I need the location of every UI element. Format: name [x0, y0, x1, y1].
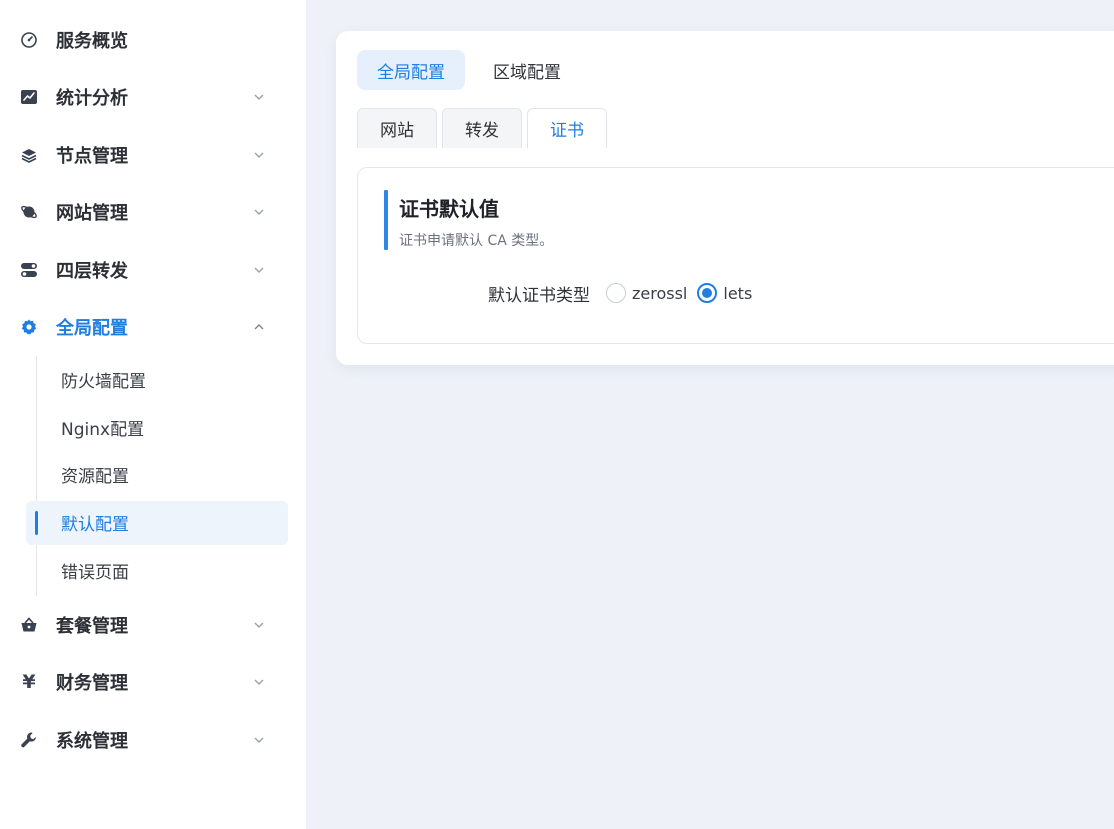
basket-icon	[20, 616, 38, 634]
sidebar-item-packages[interactable]: 套餐管理	[0, 596, 306, 654]
radio-label: lets	[723, 283, 753, 303]
dashboard-icon	[20, 31, 38, 49]
submenu-item-resources[interactable]: 资源配置	[36, 451, 306, 499]
sidebar-item-label: 统计分析	[56, 88, 128, 110]
sidebar-item-l4-forward[interactable]: 四层转发	[0, 241, 306, 299]
toggle-icon	[20, 261, 38, 279]
radio-circle[interactable]	[606, 283, 626, 303]
sub-tabs: 网站 转发 证书	[357, 108, 612, 148]
chevron-down-icon	[252, 263, 266, 277]
sidebar-item-overview[interactable]: 服务概览	[0, 11, 306, 69]
submenu-item-error-pages[interactable]: 错误页面	[36, 547, 306, 595]
submenu-item-firewall[interactable]: 防火墙配置	[36, 356, 306, 404]
section-description: 证书申请默认 CA 类型。	[399, 233, 554, 249]
sidebar-item-nodes[interactable]: 节点管理	[0, 126, 306, 184]
sidebar-item-label: 节点管理	[56, 145, 128, 167]
chevron-down-icon	[252, 733, 266, 747]
radio-circle[interactable]	[697, 283, 718, 303]
config-card: 全局配置 区域配置 网站 转发 证书 证书默认值 证书申请默认 CA 类型。 默…	[336, 31, 1114, 365]
wrench-icon	[20, 731, 38, 749]
default-cert-type-row: 默认证书类型 zerossl lets	[488, 280, 762, 306]
chart-icon	[20, 88, 38, 106]
tab-certificate[interactable]: 证书	[527, 108, 607, 148]
chevron-down-icon	[252, 618, 266, 632]
sidebar-item-label: 财务管理	[56, 673, 128, 695]
sidebar-item-label: 全局配置	[56, 318, 128, 340]
layers-icon	[20, 146, 38, 164]
sidebar-item-statistics[interactable]: 统计分析	[0, 69, 306, 127]
sidebar-item-websites[interactable]: 网站管理	[0, 184, 306, 242]
radio-label: zerossl	[632, 283, 688, 303]
tab-region-config[interactable]: 区域配置	[473, 50, 581, 90]
chevron-down-icon	[252, 675, 266, 689]
submenu-item-nginx[interactable]: Nginx配置	[36, 404, 306, 452]
chevron-down-icon	[252, 148, 266, 162]
radio-zerossl[interactable]: zerossl	[606, 283, 687, 303]
section-header: 证书默认值 证书申请默认 CA 类型。	[384, 190, 553, 250]
gear-icon	[20, 318, 38, 336]
section-title: 证书默认值	[399, 197, 499, 221]
sidebar-item-label: 套餐管理	[56, 615, 128, 637]
sidebar-item-label: 网站管理	[56, 203, 128, 225]
sidebar-item-label: 四层转发	[56, 260, 128, 282]
chevron-down-icon	[252, 205, 266, 219]
sidebar-item-finance[interactable]: ¥ 财务管理	[0, 654, 306, 712]
sidebar-item-system[interactable]: 系统管理	[0, 711, 306, 769]
radio-lets[interactable]: lets	[697, 283, 752, 303]
app-root: 服务概览 统计分析 节点管理 网站管理 四层转发 全局配置 防火墙配置 Ngin…	[0, 0, 1114, 829]
submenu-item-defaults[interactable]: 默认配置	[26, 500, 288, 545]
planet-icon	[20, 203, 38, 221]
chevron-down-icon	[252, 90, 266, 104]
sidebar-item-label: 系统管理	[56, 730, 128, 752]
top-tabs: 全局配置 区域配置	[357, 50, 589, 90]
default-cert-type-label: 默认证书类型	[488, 285, 590, 306]
tab-website[interactable]: 网站	[357, 108, 437, 148]
sidebar-item-global-config[interactable]: 全局配置	[0, 299, 306, 357]
tab-forward[interactable]: 转发	[442, 108, 522, 148]
tab-global-config[interactable]: 全局配置	[357, 50, 465, 90]
sidebar-item-label: 服务概览	[56, 30, 128, 52]
global-config-submenu: 防火墙配置 Nginx配置 资源配置 默认配置 错误页面	[26, 356, 306, 596]
main-content: 全局配置 区域配置 网站 转发 证书 证书默认值 证书申请默认 CA 类型。 默…	[306, 0, 1114, 829]
sidebar: 服务概览 统计分析 节点管理 网站管理 四层转发 全局配置 防火墙配置 Ngin…	[0, 0, 306, 829]
chevron-up-icon	[252, 320, 266, 334]
yen-icon: ¥	[22, 671, 36, 694]
certificate-panel: 证书默认值 证书申请默认 CA 类型。 默认证书类型 zerossl lets	[357, 167, 1114, 344]
